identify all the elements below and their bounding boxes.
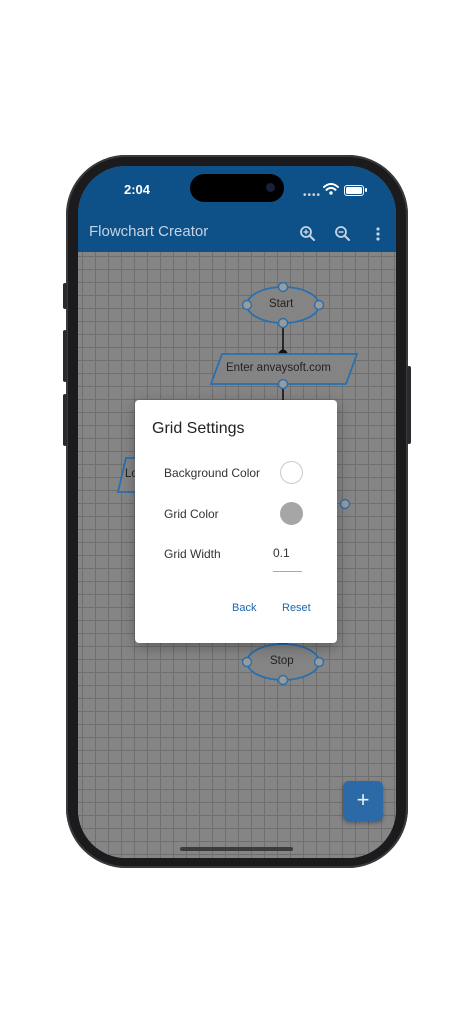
dialog-title: Grid Settings [152,420,245,437]
power-button [407,366,411,444]
grid-width-label: Grid Width [164,547,221,561]
port-dot [277,378,289,390]
volume-up-button [63,330,67,382]
background-color-swatch[interactable] [280,461,303,484]
add-node-button[interactable]: + [343,781,383,821]
port-dot [277,674,289,686]
battery-icon [344,185,364,196]
input-node-label: Enter anvaysoft.com [226,362,331,374]
grid-color-swatch[interactable] [280,502,303,525]
port-dot [313,656,325,668]
app-title: Flowchart Creator [89,223,209,240]
zoom-out-icon[interactable] [333,224,353,244]
reset-button[interactable]: Reset [282,602,311,614]
stop-node-label: Stop [270,655,294,667]
port-dot [241,299,253,311]
action-button [63,283,67,309]
battery-cap [365,188,367,192]
port-dot [313,299,325,311]
app-bar: Flowchart Creator [78,220,396,252]
signal-icon: •••• [303,190,322,201]
port-dot [277,281,289,293]
background-color-label: Background Color [164,466,261,480]
more-vert-icon[interactable] [370,224,386,244]
grid-color-label: Grid Color [164,507,219,521]
grid-width-input[interactable]: 0.1 [273,546,302,572]
wifi-icon [323,183,339,195]
back-button[interactable]: Back [232,602,256,614]
grid-settings-dialog: Grid Settings Background Color Grid Colo… [135,400,337,643]
status-time: 2:04 [124,182,151,197]
port-dot [277,317,289,329]
volume-down-button [63,394,67,446]
status-bar: 2:04 •••• [78,166,396,220]
start-node-label: Start [269,298,294,310]
port-dot [241,656,253,668]
home-indicator[interactable] [180,847,293,851]
zoom-in-icon[interactable] [298,224,318,244]
camera-icon [266,183,275,192]
port-dot [339,498,351,510]
dynamic-island [190,174,284,202]
screen: 2:04 •••• Flowchart Creator Start Enter … [78,166,396,858]
